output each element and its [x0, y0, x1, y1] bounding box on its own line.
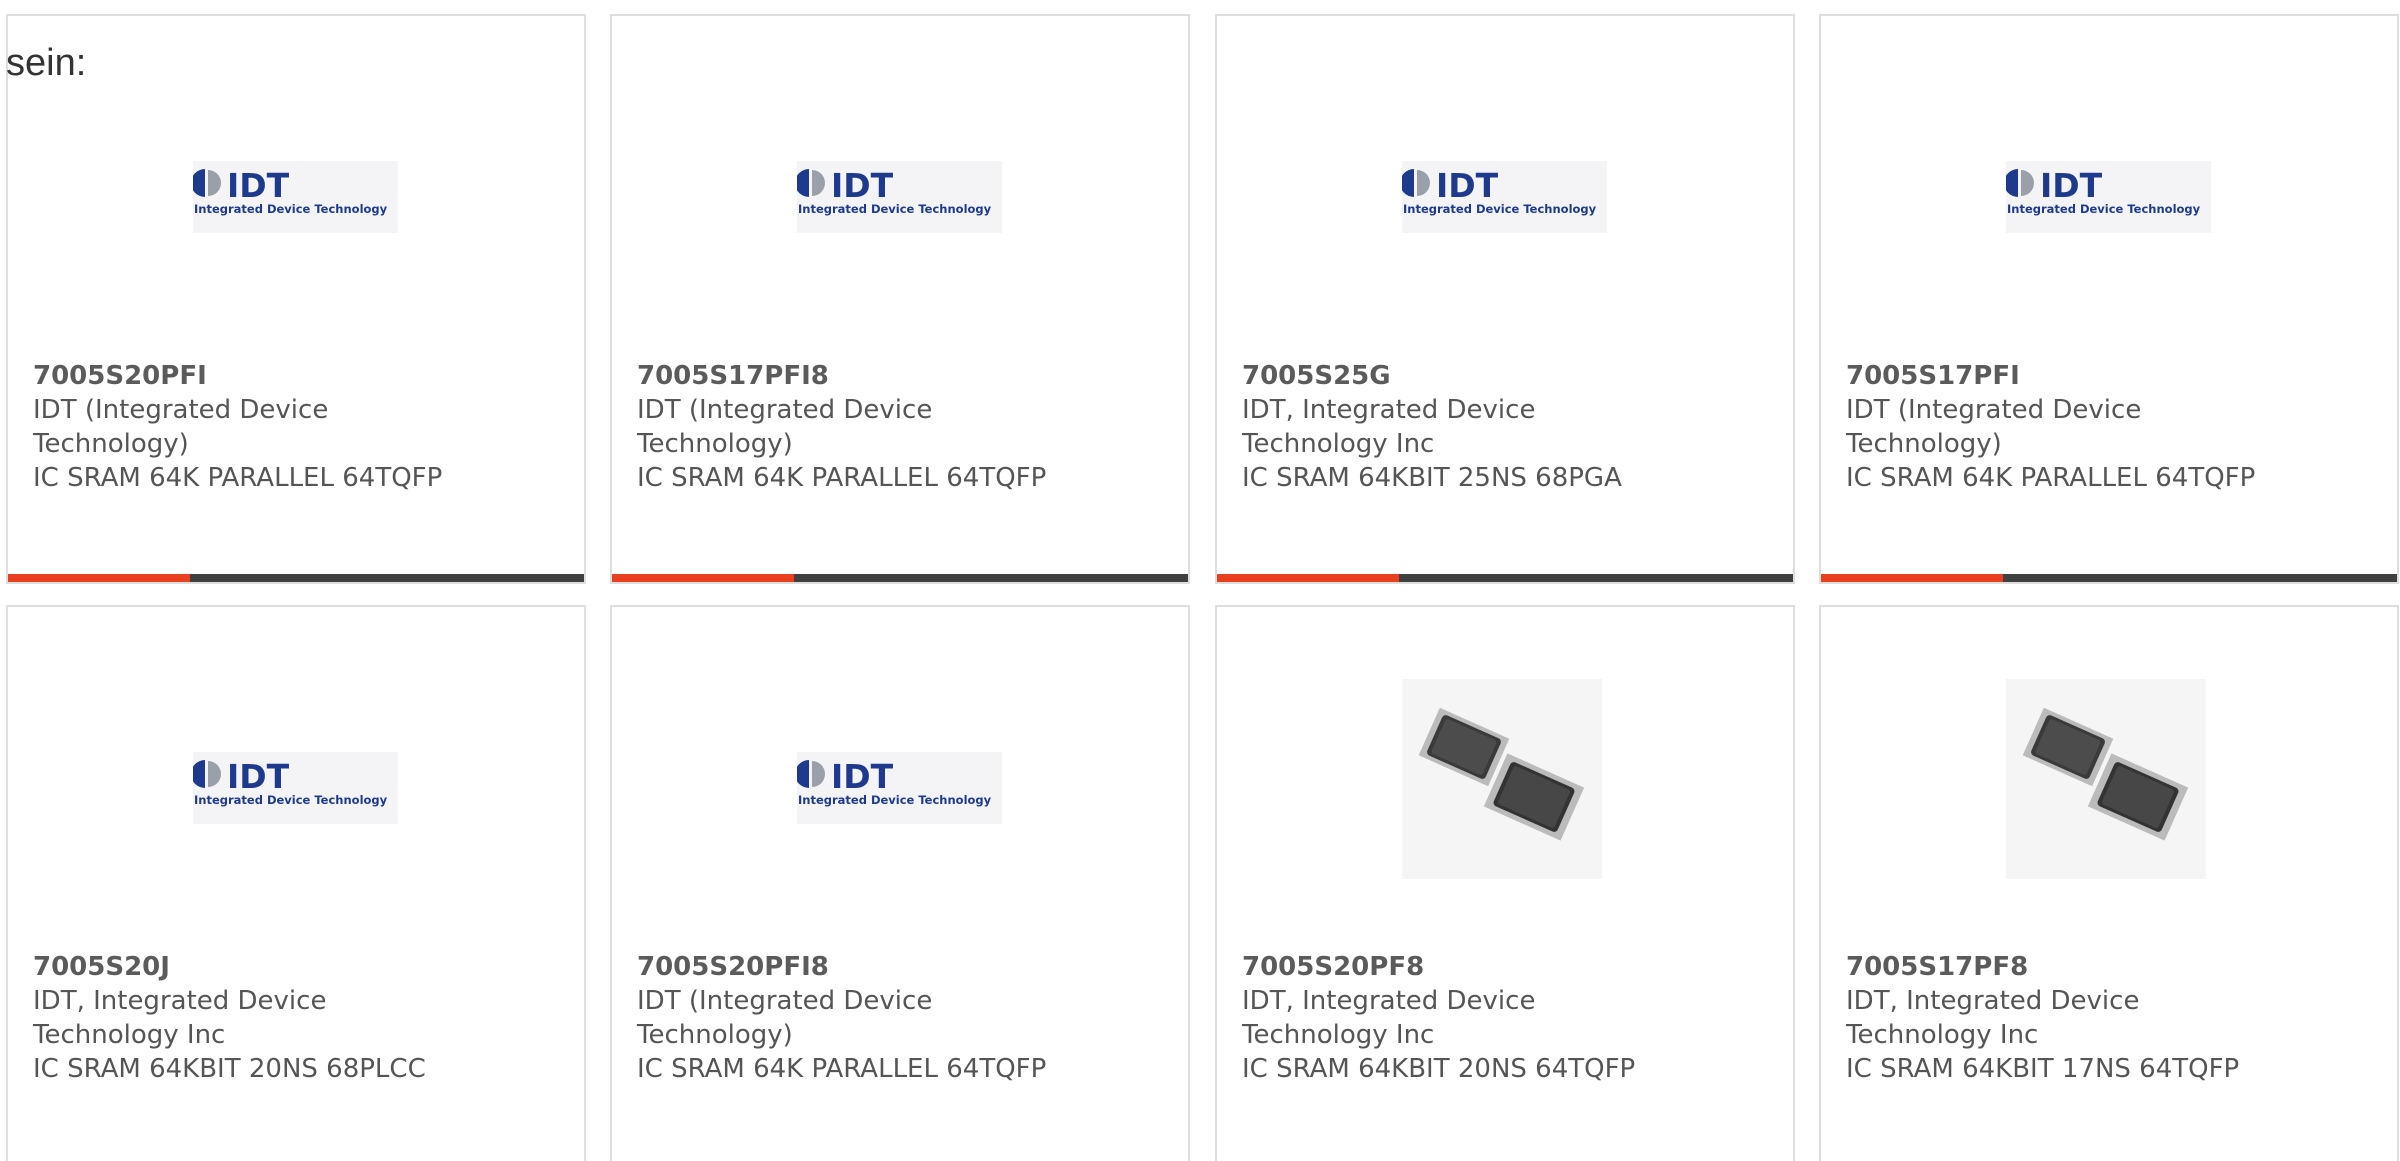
part-number[interactable]: 7005S20PF8 [1242, 950, 1722, 984]
manufacturer: IDT, Integrated Device Technology Inc [33, 986, 327, 1050]
card-accent-segment [1217, 574, 1399, 582]
product-grid-page: sein: IDT Integrated Device Technology 7… [0, 0, 2400, 1161]
idt-logo-icon: IDT Integrated Device Technology [1400, 161, 1607, 233]
chip-photo-icon [2006, 679, 2206, 879]
product-card[interactable]: IDT Integrated Device Technology 7005S20… [6, 14, 586, 584]
part-number[interactable]: 7005S20J [33, 950, 513, 984]
product-image[interactable]: IDT Integrated Device Technology [1400, 161, 1607, 233]
product-info: 7005S20PFI IDT (Integrated Device Technol… [33, 359, 513, 495]
product-card[interactable]: IDT Integrated Device Technology 7005S20… [610, 605, 1190, 1161]
product-link[interactable]: IDT Integrated Device Technology 7005S17… [1821, 16, 2397, 582]
logo-brand-text: IDT [831, 757, 894, 796]
logo-tagline-text: Integrated Device Technology [798, 202, 992, 216]
part-number[interactable]: 7005S25G [1242, 359, 1722, 393]
product-card[interactable]: 7005S17PF8 IDT, Integrated Device Technol… [1819, 605, 2399, 1161]
logo-tagline-text: Integrated Device Technology [2007, 202, 2201, 216]
product-image[interactable]: IDT Integrated Device Technology [191, 752, 398, 824]
idt-logo-icon: IDT Integrated Device Technology [191, 161, 398, 233]
manufacturer: IDT (Integrated Device Technology) [33, 395, 329, 459]
manufacturer: IDT (Integrated Device Technology) [1846, 395, 2142, 459]
part-number[interactable]: 7005S20PFI8 [637, 950, 1117, 984]
product-description: IC SRAM 64K PARALLEL 64TQFP [1846, 463, 2256, 493]
product-info: 7005S17PFI IDT (Integrated Device Technol… [1846, 359, 2326, 495]
part-number[interactable]: 7005S17PFI [1846, 359, 2326, 393]
logo-tagline-text: Integrated Device Technology [798, 793, 992, 807]
logo-brand-text: IDT [1436, 166, 1499, 205]
logo-tagline-text: Integrated Device Technology [194, 202, 388, 216]
product-card[interactable]: 7005S20PF8 IDT, Integrated Device Technol… [1215, 605, 1795, 1161]
product-description: IC SRAM 64K PARALLEL 64TQFP [637, 1054, 1047, 1084]
manufacturer: IDT (Integrated Device Technology) [637, 986, 933, 1050]
product-card[interactable]: IDT Integrated Device Technology 7005S17… [1819, 14, 2399, 584]
part-number[interactable]: 7005S20PFI [33, 359, 513, 393]
logo-brand-text: IDT [2040, 166, 2103, 205]
intro-text: sein: [6, 42, 87, 84]
product-description: IC SRAM 64K PARALLEL 64TQFP [33, 463, 443, 493]
product-info: 7005S17PFI8 IDT (Integrated Device Techno… [637, 359, 1117, 495]
product-link[interactable]: IDT Integrated Device Technology 7005S25… [1217, 16, 1793, 582]
product-description: IC SRAM 64KBIT 17NS 64TQFP [1846, 1054, 2240, 1084]
manufacturer: IDT, Integrated Device Technology Inc [1242, 986, 1536, 1050]
product-info: 7005S25G IDT, Integrated Device Technolog… [1242, 359, 1722, 495]
product-image[interactable] [1402, 679, 1602, 879]
product-description: IC SRAM 64K PARALLEL 64TQFP [637, 463, 1047, 493]
product-description: IC SRAM 64KBIT 20NS 68PLCC [33, 1054, 426, 1084]
product-link[interactable]: 7005S20PF8 IDT, Integrated Device Technol… [1217, 607, 1793, 1161]
manufacturer: IDT, Integrated Device Technology Inc [1846, 986, 2140, 1050]
card-bottom-bar [612, 574, 1188, 582]
product-link[interactable]: IDT Integrated Device Technology 7005S20… [8, 16, 584, 582]
logo-brand-text: IDT [227, 166, 290, 205]
product-info: 7005S20PFI8 IDT (Integrated Device Techno… [637, 950, 1117, 1086]
product-card[interactable]: IDT Integrated Device Technology 7005S20… [6, 605, 586, 1161]
logo-brand-text: IDT [227, 757, 290, 796]
card-bottom-bar [1821, 574, 2397, 582]
card-bottom-bar [1217, 574, 1793, 582]
part-number[interactable]: 7005S17PF8 [1846, 950, 2326, 984]
product-description: IC SRAM 64KBIT 25NS 68PGA [1242, 463, 1622, 493]
card-bottom-bar [8, 574, 584, 582]
product-info: 7005S20J IDT, Integrated Device Technolog… [33, 950, 513, 1086]
card-accent-segment [612, 574, 794, 582]
product-image[interactable]: IDT Integrated Device Technology [2004, 161, 2211, 233]
idt-logo-icon: IDT Integrated Device Technology [795, 752, 1002, 824]
product-description: IC SRAM 64KBIT 20NS 64TQFP [1242, 1054, 1636, 1084]
idt-logo-icon: IDT Integrated Device Technology [795, 161, 1002, 233]
logo-tagline-text: Integrated Device Technology [1403, 202, 1597, 216]
product-image[interactable] [2006, 679, 2206, 879]
logo-brand-text: IDT [831, 166, 894, 205]
product-image[interactable]: IDT Integrated Device Technology [795, 161, 1002, 233]
idt-logo-icon: IDT Integrated Device Technology [191, 752, 398, 824]
product-image[interactable]: IDT Integrated Device Technology [795, 752, 1002, 824]
card-accent-segment [8, 574, 190, 582]
product-card[interactable]: IDT Integrated Device Technology 7005S25… [1215, 14, 1795, 584]
manufacturer: IDT (Integrated Device Technology) [637, 395, 933, 459]
idt-logo-icon: IDT Integrated Device Technology [2004, 161, 2211, 233]
product-card[interactable]: IDT Integrated Device Technology 7005S17… [610, 14, 1190, 584]
card-accent-segment [1821, 574, 2003, 582]
product-link[interactable]: IDT Integrated Device Technology 7005S20… [8, 607, 584, 1161]
part-number[interactable]: 7005S17PFI8 [637, 359, 1117, 393]
chip-photo-icon [1402, 679, 1602, 879]
product-link[interactable]: IDT Integrated Device Technology 7005S17… [612, 16, 1188, 582]
product-info: 7005S20PF8 IDT, Integrated Device Technol… [1242, 950, 1722, 1086]
manufacturer: IDT, Integrated Device Technology Inc [1242, 395, 1536, 459]
product-link[interactable]: IDT Integrated Device Technology 7005S20… [612, 607, 1188, 1161]
product-info: 7005S17PF8 IDT, Integrated Device Technol… [1846, 950, 2326, 1086]
logo-tagline-text: Integrated Device Technology [194, 793, 388, 807]
product-image[interactable]: IDT Integrated Device Technology [191, 161, 398, 233]
product-link[interactable]: 7005S17PF8 IDT, Integrated Device Technol… [1821, 607, 2397, 1161]
